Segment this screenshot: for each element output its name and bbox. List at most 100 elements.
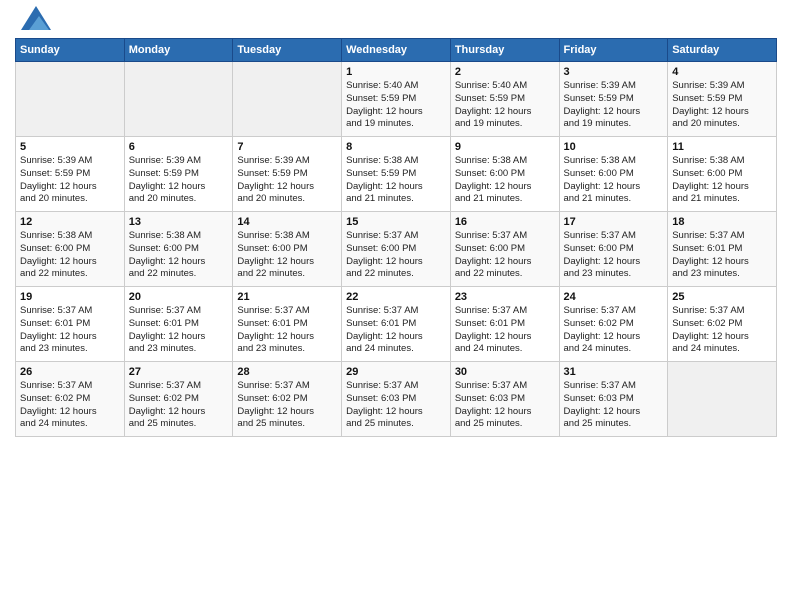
- day-info: Sunrise: 5:40 AMSunset: 5:59 PMDaylight:…: [346, 80, 446, 131]
- header-cell-monday: Monday: [124, 39, 233, 62]
- day-info: Sunrise: 5:37 AMSunset: 6:01 PMDaylight:…: [672, 230, 772, 281]
- day-number: 1: [346, 66, 446, 78]
- header-cell-thursday: Thursday: [450, 39, 559, 62]
- day-info: Sunrise: 5:37 AMSunset: 6:01 PMDaylight:…: [20, 305, 120, 356]
- day-number: 6: [129, 141, 229, 153]
- day-info: Sunrise: 5:37 AMSunset: 6:01 PMDaylight:…: [129, 305, 229, 356]
- day-info: Sunrise: 5:39 AMSunset: 5:59 PMDaylight:…: [564, 80, 664, 131]
- day-cell: 30 Sunrise: 5:37 AMSunset: 6:03 PMDayligh…: [450, 362, 559, 437]
- day-cell: 27Sunrise: 5:37 AMSunset: 6:02 PMDayligh…: [124, 362, 233, 437]
- logo: [15, 10, 51, 30]
- day-info: Sunrise: 5:38 AMSunset: 6:00 PMDaylight:…: [237, 230, 337, 281]
- day-number: 22: [346, 291, 446, 303]
- day-cell: 11 Sunrise: 5:38 AMSunset: 6:00 PMDayligh…: [668, 137, 777, 212]
- day-cell: 24 Sunrise: 5:37 AMSunset: 6:02 PMDayligh…: [559, 287, 668, 362]
- day-info: Sunrise: 5:39 AMSunset: 5:59 PMDaylight:…: [20, 155, 120, 206]
- day-number: 30: [455, 366, 555, 378]
- day-info: Sunrise: 5:38 AMSunset: 6:00 PMDaylight:…: [129, 230, 229, 281]
- day-number: 5: [20, 141, 120, 153]
- day-number: 19: [20, 291, 120, 303]
- day-number: 18: [672, 216, 772, 228]
- day-number: 8: [346, 141, 446, 153]
- day-number: 11: [672, 141, 772, 153]
- week-row-3: 12 Sunrise: 5:38 AMSunset: 6:00 PMDayligh…: [16, 212, 777, 287]
- page: SundayMondayTuesdayWednesdayThursdayFrid…: [0, 0, 792, 612]
- day-number: 2: [455, 66, 555, 78]
- day-number: 15: [346, 216, 446, 228]
- day-number: 28: [237, 366, 337, 378]
- day-number: 10: [564, 141, 664, 153]
- day-info: Sunrise: 5:37 AMSunset: 6:01 PMDaylight:…: [455, 305, 555, 356]
- day-number: 12: [20, 216, 120, 228]
- day-cell: 3 Sunrise: 5:39 AMSunset: 5:59 PMDaylight…: [559, 62, 668, 137]
- calendar-table: SundayMondayTuesdayWednesdayThursdayFrid…: [15, 38, 777, 437]
- day-number: 27: [129, 366, 229, 378]
- day-cell: 20 Sunrise: 5:37 AMSunset: 6:01 PMDayligh…: [124, 287, 233, 362]
- day-number: 17: [564, 216, 664, 228]
- day-number: 7: [237, 141, 337, 153]
- day-number: 26: [20, 366, 120, 378]
- day-cell: 8 Sunrise: 5:38 AMSunset: 5:59 PMDaylight…: [342, 137, 451, 212]
- day-cell: 14 Sunrise: 5:38 AMSunset: 6:00 PMDayligh…: [233, 212, 342, 287]
- day-cell: 9 Sunrise: 5:38 AMSunset: 6:00 PMDaylight…: [450, 137, 559, 212]
- day-info: Sunrise: 5:37 AMSunset: 6:01 PMDaylight:…: [237, 305, 337, 356]
- header: [15, 10, 777, 30]
- day-number: 20: [129, 291, 229, 303]
- day-cell: 19 Sunrise: 5:37 AMSunset: 6:01 PMDayligh…: [16, 287, 125, 362]
- day-cell: 5 Sunrise: 5:39 AMSunset: 5:59 PMDaylight…: [16, 137, 125, 212]
- day-cell: 17 Sunrise: 5:37 AMSunset: 6:00 PMDayligh…: [559, 212, 668, 287]
- day-cell: [233, 62, 342, 137]
- day-cell: 7 Sunrise: 5:39 AMSunset: 5:59 PMDaylight…: [233, 137, 342, 212]
- header-cell-tuesday: Tuesday: [233, 39, 342, 62]
- day-cell: 26Sunrise: 5:37 AMSunset: 6:02 PMDayligh…: [16, 362, 125, 437]
- day-cell: 15Sunrise: 5:37 AMSunset: 6:00 PMDayligh…: [342, 212, 451, 287]
- day-number: 21: [237, 291, 337, 303]
- day-number: 31: [564, 366, 664, 378]
- day-info: Sunrise: 5:37 AMSunset: 6:01 PMDaylight:…: [346, 305, 446, 356]
- day-cell: 10 Sunrise: 5:38 AMSunset: 6:00 PMDayligh…: [559, 137, 668, 212]
- day-number: 4: [672, 66, 772, 78]
- day-info: Sunrise: 5:38 AMSunset: 6:00 PMDaylight:…: [455, 155, 555, 206]
- day-cell: [668, 362, 777, 437]
- day-info: Sunrise: 5:39 AMSunset: 5:59 PMDaylight:…: [672, 80, 772, 131]
- day-info: Sunrise: 5:38 AMSunset: 6:00 PMDaylight:…: [20, 230, 120, 281]
- week-row-4: 19 Sunrise: 5:37 AMSunset: 6:01 PMDayligh…: [16, 287, 777, 362]
- calendar-body: 1 Sunrise: 5:40 AMSunset: 5:59 PMDaylight…: [16, 62, 777, 437]
- day-cell: [124, 62, 233, 137]
- day-cell: 18 Sunrise: 5:37 AMSunset: 6:01 PMDayligh…: [668, 212, 777, 287]
- day-cell: 25 Sunrise: 5:37 AMSunset: 6:02 PMDayligh…: [668, 287, 777, 362]
- day-cell: 21 Sunrise: 5:37 AMSunset: 6:01 PMDayligh…: [233, 287, 342, 362]
- day-cell: 6 Sunrise: 5:39 AMSunset: 5:59 PMDaylight…: [124, 137, 233, 212]
- week-row-2: 5 Sunrise: 5:39 AMSunset: 5:59 PMDaylight…: [16, 137, 777, 212]
- calendar-header: SundayMondayTuesdayWednesdayThursdayFrid…: [16, 39, 777, 62]
- day-info: Sunrise: 5:37 AMSunset: 6:03 PMDaylight:…: [455, 380, 555, 431]
- day-number: 23: [455, 291, 555, 303]
- logo-icon: [21, 6, 51, 30]
- day-info: Sunrise: 5:38 AMSunset: 5:59 PMDaylight:…: [346, 155, 446, 206]
- day-info: Sunrise: 5:37 AMSunset: 6:02 PMDaylight:…: [564, 305, 664, 356]
- day-number: 14: [237, 216, 337, 228]
- day-info: Sunrise: 5:38 AMSunset: 6:00 PMDaylight:…: [672, 155, 772, 206]
- day-info: Sunrise: 5:38 AMSunset: 6:00 PMDaylight:…: [564, 155, 664, 206]
- day-number: 25: [672, 291, 772, 303]
- day-cell: 13 Sunrise: 5:38 AMSunset: 6:00 PMDayligh…: [124, 212, 233, 287]
- day-info: Sunrise: 5:37 AMSunset: 6:02 PMDaylight:…: [237, 380, 337, 431]
- day-number: 9: [455, 141, 555, 153]
- day-cell: 28 Sunrise: 5:37 AMSunset: 6:02 PMDayligh…: [233, 362, 342, 437]
- day-info: Sunrise: 5:39 AMSunset: 5:59 PMDaylight:…: [129, 155, 229, 206]
- day-cell: 1 Sunrise: 5:40 AMSunset: 5:59 PMDaylight…: [342, 62, 451, 137]
- day-info: Sunrise: 5:37 AMSunset: 6:00 PMDaylight:…: [455, 230, 555, 281]
- day-number: 24: [564, 291, 664, 303]
- day-info: Sunrise: 5:40 AMSunset: 5:59 PMDaylight:…: [455, 80, 555, 131]
- header-cell-saturday: Saturday: [668, 39, 777, 62]
- day-info: Sunrise: 5:37 AMSunset: 6:00 PMDaylight:…: [564, 230, 664, 281]
- day-info: Sunrise: 5:37 AMSunset: 6:03 PMDaylight:…: [346, 380, 446, 431]
- day-info: Sunrise: 5:39 AMSunset: 5:59 PMDaylight:…: [237, 155, 337, 206]
- day-cell: 12 Sunrise: 5:38 AMSunset: 6:00 PMDayligh…: [16, 212, 125, 287]
- day-number: 3: [564, 66, 664, 78]
- day-number: 13: [129, 216, 229, 228]
- day-cell: 22 Sunrise: 5:37 AMSunset: 6:01 PMDayligh…: [342, 287, 451, 362]
- day-cell: 4 Sunrise: 5:39 AMSunset: 5:59 PMDaylight…: [668, 62, 777, 137]
- day-info: Sunrise: 5:37 AMSunset: 6:02 PMDaylight:…: [672, 305, 772, 356]
- day-number: 29: [346, 366, 446, 378]
